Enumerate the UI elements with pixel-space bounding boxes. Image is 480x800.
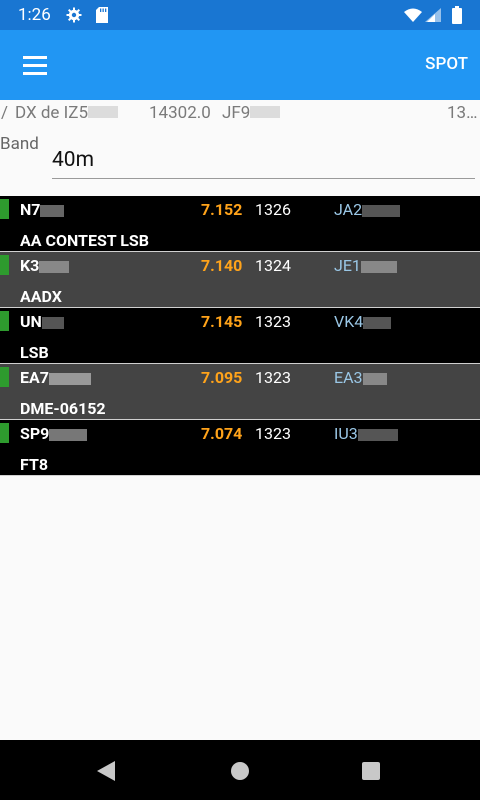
spot-comment: DME-06152 — [20, 399, 106, 418]
spot-comment: AADX — [20, 287, 62, 306]
navigation-bar — [0, 740, 480, 800]
spot-marker — [0, 255, 9, 275]
current-spot-header: / DX de IZ5: 14302.0 JF9 13… — [0, 100, 480, 126]
spot-button[interactable]: SPOT — [425, 54, 468, 74]
spot-frequency: 7.074 — [201, 424, 243, 443]
gear-icon — [66, 7, 82, 23]
list-item[interactable]: EA7 7.095 1323 EA3 DME-06152 — [0, 364, 480, 420]
spot-callsign: N7 — [20, 200, 65, 219]
spot-spotter: JA2 — [334, 200, 401, 219]
spot-callsign: K3 — [20, 256, 70, 275]
spot-time: 1326 — [255, 200, 291, 219]
spot-marker — [0, 367, 9, 387]
status-time: 1:26 — [18, 5, 51, 25]
spot-frequency: 7.152 — [201, 200, 243, 219]
spot-time: 1323 — [255, 312, 291, 331]
spot-callsign: SP9 — [20, 424, 88, 443]
spot-comment: LSB — [20, 343, 49, 362]
battery-icon — [452, 6, 462, 24]
list-item[interactable]: UN 7.145 1323 VK4 LSB — [0, 308, 480, 364]
wifi-icon — [404, 8, 422, 22]
header-dx-de: DX de IZ5: — [15, 103, 119, 123]
spot-callsign: EA7 — [20, 368, 91, 387]
home-icon[interactable] — [231, 762, 249, 780]
spot-frequency: 7.145 — [201, 312, 243, 331]
header-time: 13… — [447, 103, 478, 123]
hamburger-menu-icon[interactable] — [14, 44, 56, 86]
spot-comment: AA CONTEST LSB — [20, 231, 149, 250]
sd-card-icon — [96, 7, 108, 23]
spot-spotter: JE1 — [334, 256, 397, 275]
spot-spotter: VK4 — [334, 312, 392, 331]
spot-time: 1324 — [255, 256, 291, 275]
recents-icon[interactable] — [362, 762, 380, 780]
spot-spotter: EA3 — [334, 368, 387, 387]
spot-frequency: 7.140 — [201, 256, 243, 275]
spot-marker — [0, 311, 9, 331]
band-label: Band — [0, 134, 39, 154]
list-item[interactable]: SP9 7.074 1323 IU3 FT8 — [0, 420, 480, 476]
spot-marker — [0, 199, 9, 219]
header-frequency: 14302.0 — [149, 103, 211, 123]
list-item[interactable]: K3 7.140 1324 JE1 AADX — [0, 252, 480, 308]
header-locator: JF9 — [222, 103, 281, 123]
back-icon[interactable] — [96, 760, 116, 782]
spot-list: N7 7.152 1326 JA2 AA CONTEST LSB K3 7.14… — [0, 196, 480, 476]
list-item[interactable]: N7 7.152 1326 JA2 AA CONTEST LSB — [0, 196, 480, 252]
status-bar: 1:26 — [0, 0, 480, 30]
app-toolbar: SPOT — [0, 30, 480, 100]
spot-time: 1323 — [255, 424, 291, 443]
header-prefix: / — [1, 103, 9, 123]
signal-icon — [425, 8, 441, 22]
spot-frequency: 7.095 — [201, 368, 243, 387]
spot-time: 1323 — [255, 368, 291, 387]
spot-callsign: UN — [20, 312, 64, 331]
spot-comment: FT8 — [20, 455, 49, 474]
spot-marker — [0, 423, 9, 443]
spot-spotter: IU3 — [334, 424, 398, 443]
band-input[interactable]: 40m — [52, 144, 475, 179]
